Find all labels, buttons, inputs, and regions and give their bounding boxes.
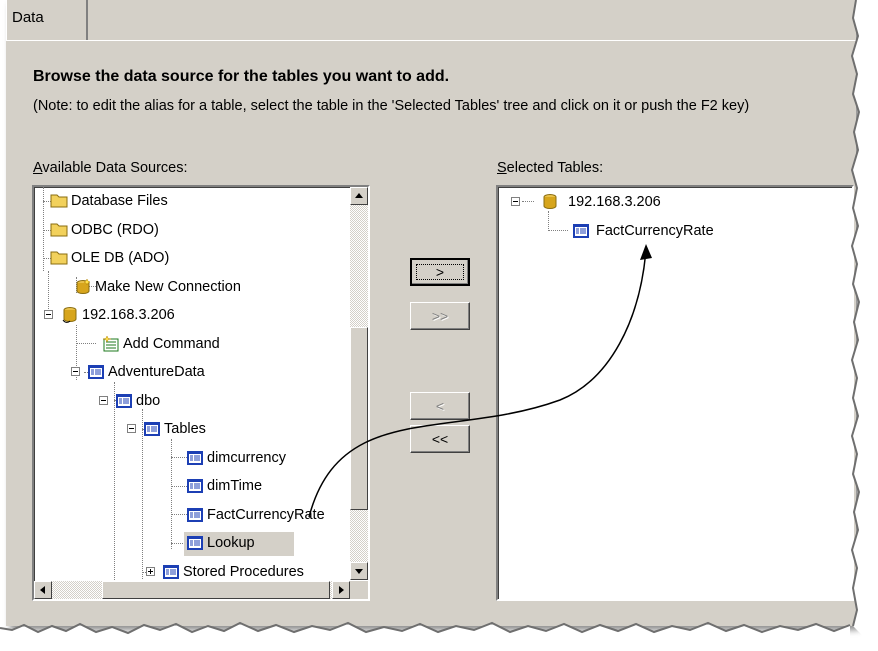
table-icon bbox=[115, 392, 133, 410]
tab-data[interactable]: Data bbox=[6, 0, 88, 40]
folder-icon bbox=[50, 221, 68, 239]
table-icon bbox=[87, 363, 105, 381]
folder-icon bbox=[50, 249, 68, 267]
tab-data-label: Data bbox=[12, 9, 44, 26]
help-note: (Note: to edit the alias for a table, se… bbox=[33, 98, 750, 114]
vertical-scrollbar[interactable] bbox=[350, 187, 368, 580]
table-icon bbox=[186, 534, 204, 552]
collapse-icon[interactable] bbox=[44, 310, 53, 319]
tree-line bbox=[548, 211, 549, 231]
expand-icon[interactable] bbox=[146, 567, 155, 576]
database-icon bbox=[541, 193, 559, 211]
new-connection-icon bbox=[74, 278, 92, 296]
add-command-icon bbox=[102, 335, 120, 353]
selected-tables-label: Selected Tables: bbox=[497, 160, 604, 176]
horizontal-scroll-thumb[interactable] bbox=[102, 581, 330, 599]
available-data-sources-label: Available Data Sources: bbox=[33, 160, 188, 176]
tree-line bbox=[171, 514, 187, 515]
tree-line bbox=[548, 230, 568, 231]
horizontal-scrollbar[interactable] bbox=[34, 581, 350, 599]
dialog-window: Data Browse the data source for the tabl… bbox=[6, 0, 856, 626]
collapse-icon[interactable] bbox=[71, 367, 80, 376]
scroll-down-button[interactable] bbox=[350, 562, 368, 580]
page-heading: Browse the data source for the tables yo… bbox=[33, 68, 450, 85]
available-data-sources-tree[interactable]: Database Files ODBC (RDO) OLE DB (ADO) M… bbox=[32, 185, 370, 601]
add-all-tables-button[interactable]: >> bbox=[410, 302, 470, 330]
torn-edge-bottom bbox=[0, 621, 851, 651]
add-table-button[interactable]: > bbox=[410, 258, 470, 286]
table-icon bbox=[572, 222, 590, 240]
tree-line bbox=[522, 201, 534, 202]
tree-line bbox=[171, 439, 172, 549]
torn-edge-right bbox=[850, 0, 878, 651]
tree-line bbox=[171, 486, 187, 487]
tree-item-lookup[interactable]: Lookup bbox=[184, 532, 294, 556]
remove-table-button[interactable]: < bbox=[410, 392, 470, 420]
table-icon bbox=[186, 506, 204, 524]
scroll-up-button[interactable] bbox=[350, 187, 368, 205]
selected-tables-tree[interactable]: 192.168.3.206 FactCurrencyRate bbox=[496, 185, 854, 601]
tree-line bbox=[171, 457, 187, 458]
table-icon bbox=[143, 420, 161, 438]
tree-line bbox=[114, 382, 115, 599]
table-icon bbox=[186, 449, 204, 467]
collapse-icon[interactable] bbox=[99, 396, 108, 405]
scroll-left-button[interactable] bbox=[34, 581, 52, 599]
vertical-scroll-thumb[interactable] bbox=[350, 327, 368, 510]
table-icon bbox=[186, 477, 204, 495]
tree-line bbox=[76, 343, 96, 344]
database-icon bbox=[61, 306, 79, 324]
table-icon bbox=[162, 563, 180, 581]
tab-strip: Data bbox=[6, 0, 856, 41]
collapse-icon[interactable] bbox=[511, 197, 520, 206]
scroll-right-button[interactable] bbox=[332, 581, 350, 599]
page: Data Browse the data source for the tabl… bbox=[0, 0, 878, 651]
collapse-icon[interactable] bbox=[127, 424, 136, 433]
remove-all-tables-button[interactable]: << bbox=[410, 425, 470, 453]
scroll-corner bbox=[350, 581, 368, 599]
folder-icon bbox=[50, 192, 68, 210]
